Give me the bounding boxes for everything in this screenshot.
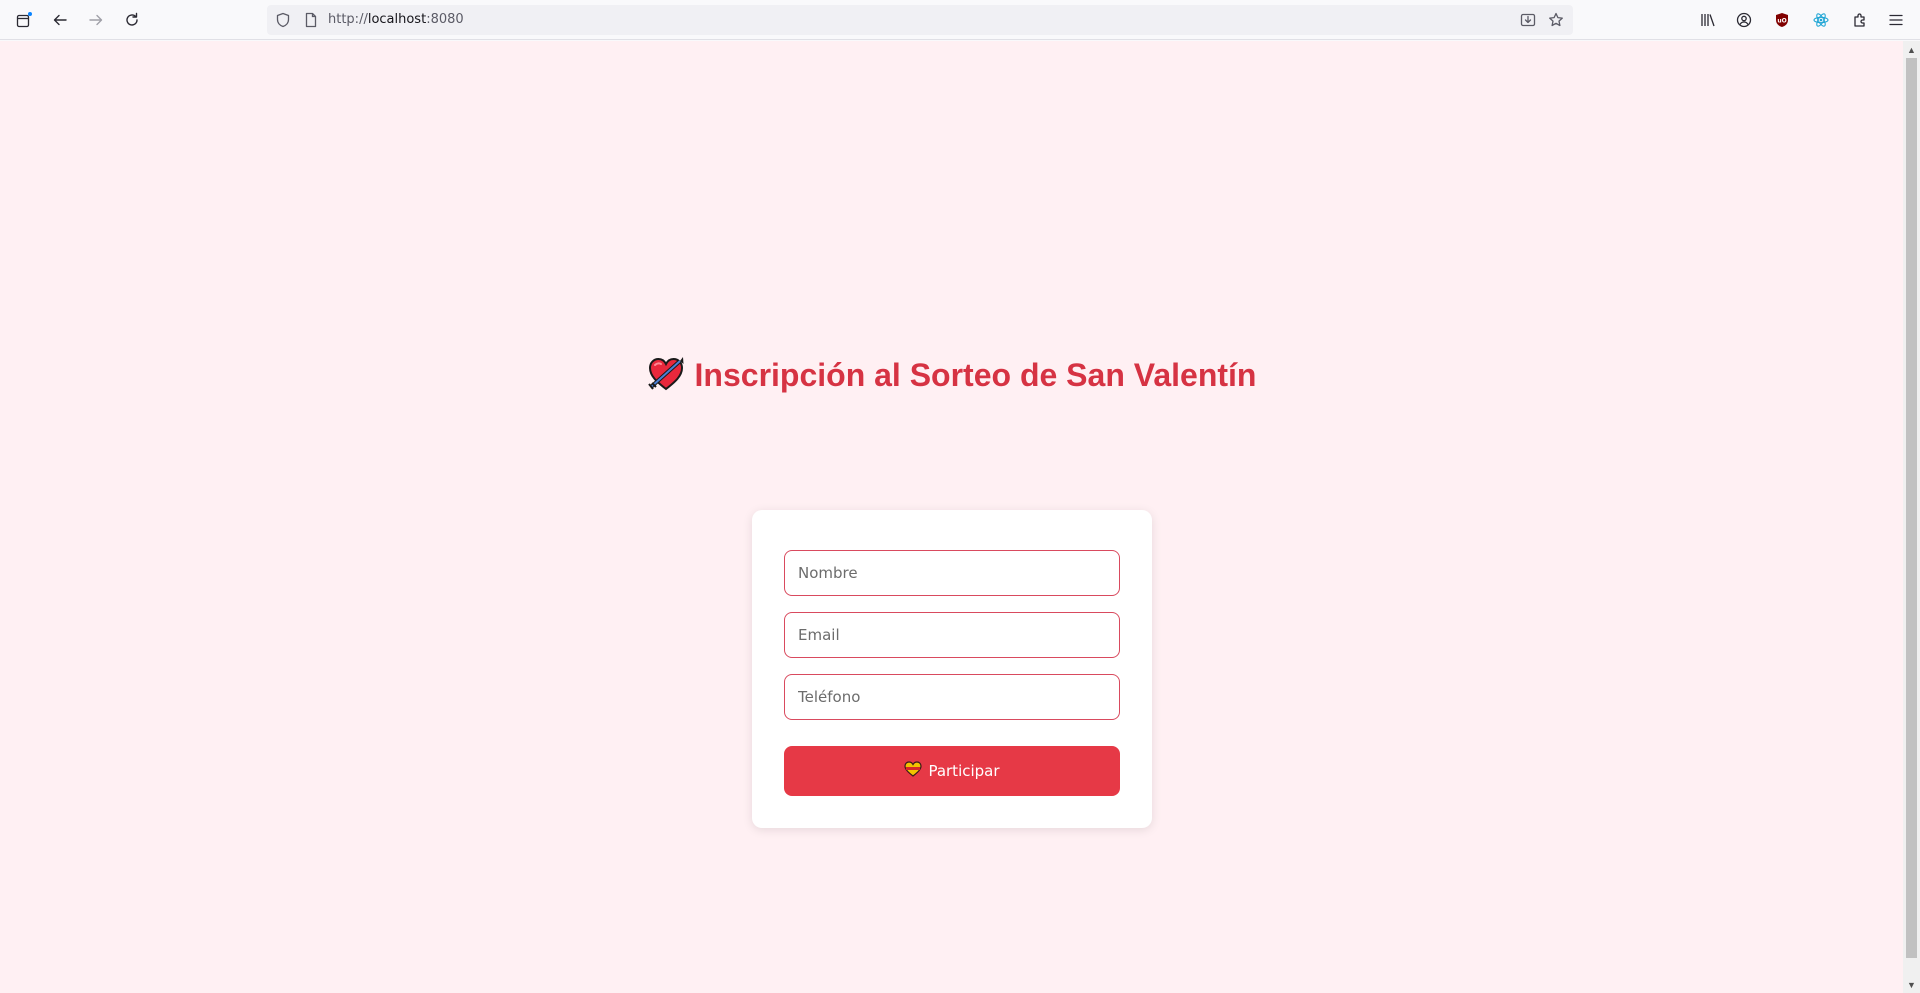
heart-with-arrow-icon xyxy=(647,356,685,401)
url-text[interactable]: http://localhost:8080 xyxy=(328,12,464,28)
tab-overview-icon[interactable] xyxy=(10,6,38,34)
page-title: Inscripción al Sorteo de San Valentín xyxy=(0,355,1903,401)
participate-button-label: Participar xyxy=(928,762,1000,780)
reload-icon[interactable] xyxy=(118,6,146,34)
email-input[interactable] xyxy=(784,612,1120,658)
scrollbar-thumb[interactable] xyxy=(1906,58,1917,958)
menu-icon[interactable] xyxy=(1882,6,1910,34)
url-host: localhost xyxy=(367,12,427,27)
page-title-text: Inscripción al Sorteo de San Valentín xyxy=(694,357,1257,393)
ublock-origin-icon[interactable]: uO xyxy=(1768,6,1796,34)
participate-button[interactable]: Participar xyxy=(784,746,1120,796)
account-icon[interactable] xyxy=(1730,6,1758,34)
heart-icon xyxy=(904,761,923,781)
raffle-form: Participar xyxy=(752,510,1152,828)
svg-text:uO: uO xyxy=(1777,18,1786,25)
extensions-icon[interactable] xyxy=(1846,6,1874,34)
react-devtools-icon[interactable] xyxy=(1807,6,1835,34)
name-input[interactable] xyxy=(784,550,1120,596)
url-bar[interactable]: http://localhost:8080 xyxy=(267,5,1573,35)
bookmark-star-icon[interactable] xyxy=(1548,12,1564,28)
url-scheme: http:// xyxy=(328,12,368,27)
forward-icon[interactable] xyxy=(82,6,110,34)
browser-toolbar: http://localhost:8080 uO xyxy=(0,0,1920,40)
scroll-down-icon[interactable]: ▼ xyxy=(1903,976,1920,993)
page-scrollbar[interactable]: ▲ ▼ xyxy=(1903,41,1920,993)
back-icon[interactable] xyxy=(46,6,74,34)
url-port: :8080 xyxy=(426,12,464,27)
save-to-pocket-icon[interactable] xyxy=(1520,12,1536,28)
page-viewport: Inscripción al Sorteo de San Valentín Pa… xyxy=(0,41,1903,993)
shield-icon[interactable] xyxy=(275,12,291,28)
page-icon[interactable] xyxy=(303,12,319,28)
phone-input[interactable] xyxy=(784,674,1120,720)
library-icon[interactable] xyxy=(1694,6,1722,34)
scroll-up-icon[interactable]: ▲ xyxy=(1903,41,1920,58)
